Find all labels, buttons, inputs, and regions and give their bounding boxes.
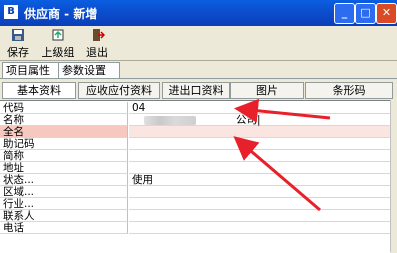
field-label: 状态... [0,174,128,186]
status-field[interactable]: 使用 [129,174,390,186]
field-label: 助记码 [0,138,128,150]
tab-item-properties[interactable]: 项目属性 [2,62,62,78]
field-row-industry: 行业... [0,198,390,210]
parent-group-label: 上级组 [41,46,75,59]
save-label: 保存 [7,46,29,59]
minimize-button[interactable]: _ [334,3,355,24]
redacted-text [144,115,196,125]
field-label: 电话 [0,222,128,234]
tab-receivable-payable[interactable]: 应收应付资料 [78,82,160,99]
fullname-field[interactable] [129,126,390,138]
shortname-field[interactable] [129,150,390,162]
field-label: 区域... [0,186,128,198]
property-grid: 代码 04 名称 公司| 全名 助记码 简称 地址 状态... 使用 区域...… [0,100,390,253]
close-button[interactable]: ✕ [376,3,397,24]
field-row-region: 区域... [0,186,390,198]
name-value: 公司| [236,114,261,126]
vertical-scrollbar[interactable] [390,100,397,252]
field-row-address: 地址 [0,162,390,174]
parent-group-button[interactable]: 上级组 [36,28,80,60]
contact-field[interactable] [129,210,390,222]
field-row-mnemonic: 助记码 [0,138,390,150]
field-label: 简称 [0,150,128,162]
field-row-contact: 联系人 [0,210,390,222]
field-row-code: 代码 04 [0,102,390,114]
exit-icon [93,29,105,41]
field-row-shortname: 简称 [0,150,390,162]
field-row-status: 状态... 使用 [0,174,390,186]
toolbar: 保存 上级组 退出 [0,26,397,60]
field-label: 代码 [0,102,128,114]
phone-field[interactable] [129,222,390,234]
name-field[interactable]: 公司| [129,114,390,126]
field-row-fullname: 全名 [0,126,390,138]
address-field[interactable] [129,162,390,174]
field-label: 地址 [0,162,128,174]
exit-label: 退出 [86,46,108,59]
inner-tab-strip: 基本资料 应收应付资料 进出口资料 图片 条形码 [0,82,397,99]
exit-button[interactable]: 退出 [82,28,112,60]
title-bar: B 供应商 - 新增 _ □ ✕ [0,0,397,26]
save-icon [12,29,24,41]
field-row-name: 名称 公司| [0,114,390,126]
field-label: 行业... [0,198,128,210]
toolbar-divider [0,60,397,61]
region-field[interactable] [129,186,390,198]
industry-field[interactable] [129,198,390,210]
code-field[interactable]: 04 [129,102,390,114]
parent-group-icon [52,29,64,41]
maximize-button[interactable]: □ [355,3,376,24]
tab-parameter-settings[interactable]: 参数设置 [58,62,120,78]
window-title: 供应商 - 新增 [24,7,98,21]
app-icon: B [4,5,18,19]
tab-picture[interactable]: 图片 [230,82,304,99]
field-label: 全名 [0,126,128,138]
mnemonic-field[interactable] [129,138,390,150]
tab-barcode[interactable]: 条形码 [305,82,393,99]
field-label: 名称 [0,114,128,126]
save-button[interactable]: 保存 [4,28,32,60]
tab-basic-info[interactable]: 基本资料 [2,82,76,99]
tab-import-export[interactable]: 进出口资料 [162,82,230,99]
field-label: 联系人 [0,210,128,222]
field-row-phone: 电话 [0,222,390,234]
